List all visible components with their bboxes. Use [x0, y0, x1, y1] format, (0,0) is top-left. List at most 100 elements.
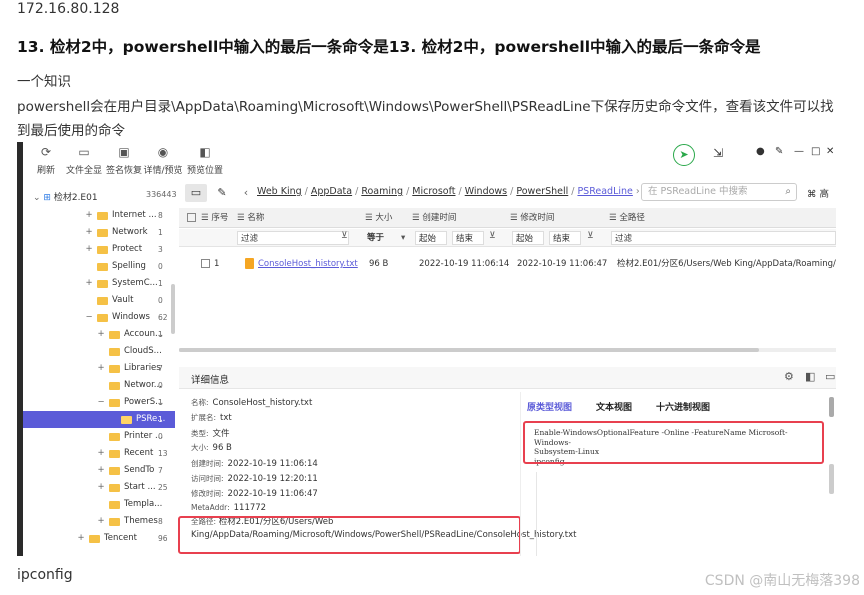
back-icon[interactable]: ‹	[235, 184, 257, 202]
navigate-icon[interactable]: ➤	[673, 144, 695, 166]
header-fullpath[interactable]: ☰ 全路径	[609, 208, 645, 228]
maximize-icon[interactable]: □	[811, 146, 820, 168]
folder-view-icon[interactable]: ▭	[185, 184, 207, 202]
file-name-link[interactable]: ConsoleHost_history.txt	[258, 259, 358, 269]
tree-item-label: Network	[112, 227, 148, 237]
table-horizontal-scrollbar[interactable]	[179, 348, 759, 352]
expand-icon[interactable]: +	[97, 462, 105, 479]
expand-icon[interactable]: +	[77, 530, 85, 547]
preview-scrollbar-lower[interactable]	[829, 464, 834, 494]
expand-icon[interactable]: +	[85, 275, 93, 292]
tree-item[interactable]: Templa...	[23, 496, 175, 513]
tree-item[interactable]: + Accoun... 1	[23, 326, 175, 343]
export-icon[interactable]: ⇲	[713, 146, 723, 168]
header-size[interactable]: ☰ 大小	[365, 208, 392, 228]
expand-icon[interactable]: +	[85, 224, 93, 241]
tree-item[interactable]: + SendTo 7	[23, 462, 175, 479]
collapse-icon[interactable]: −	[97, 394, 105, 411]
sign-restore-button[interactable]: ▣ 签名恢复	[105, 142, 143, 178]
tab-text-view[interactable]: 文本视图	[596, 400, 632, 413]
row-checkbox[interactable]	[201, 259, 210, 268]
folder-icon: ▭	[78, 145, 90, 159]
tree-item[interactable]: + Internet ... 8	[23, 207, 175, 224]
tree-item[interactable]: Vault 0	[23, 292, 175, 309]
pin-icon[interactable]: ✎	[775, 146, 783, 168]
edit-icon[interactable]: ✎	[211, 184, 233, 202]
tree-item[interactable]: + Recent 13	[23, 445, 175, 462]
created-end-input[interactable]: 结束	[452, 231, 484, 245]
tree-item[interactable]: + SystemC... 1	[23, 275, 175, 292]
preview-position-button[interactable]: ◧ 预览位置	[184, 142, 226, 178]
header-modified[interactable]: ☰ 修改时间	[510, 208, 554, 228]
crumb-web-king[interactable]: Web King	[257, 186, 302, 197]
collapse-icon[interactable]: −	[85, 309, 93, 326]
tab-hex-view[interactable]: 十六进制视图	[656, 400, 710, 413]
expand-icon[interactable]: +	[97, 360, 105, 377]
size-filter-operator[interactable]: 等于	[367, 231, 384, 245]
tree-item-count: 0	[158, 296, 163, 305]
file-icon	[245, 258, 254, 269]
expand-icon[interactable]: +	[85, 207, 93, 224]
tree-item[interactable]: Printer ... 0	[23, 428, 175, 445]
tree-item[interactable]: + Libraries 7	[23, 360, 175, 377]
minimize-icon[interactable]: —	[794, 146, 804, 168]
header-select-all[interactable]	[187, 208, 200, 228]
settings-icon[interactable]: ⚙	[784, 370, 794, 383]
preview-scrollbar[interactable]	[829, 397, 834, 417]
expand-icon[interactable]: +	[97, 513, 105, 530]
tree-item[interactable]: + Network 1	[23, 224, 175, 241]
created-start-input[interactable]: 起始	[415, 231, 447, 245]
path-filter-input[interactable]: 过滤	[611, 231, 836, 245]
tree-item[interactable]: Spelling 0	[23, 258, 175, 275]
modified-end-input[interactable]: 结束	[549, 231, 581, 245]
question-heading: 13. 检材2中，powershell中输入的最后一条命令是13. 检材2中，p…	[17, 38, 761, 56]
expand-icon[interactable]: +	[97, 479, 105, 496]
user-icon[interactable]: ●	[756, 146, 765, 168]
chevron-down-icon: ⌄	[33, 193, 41, 203]
tree-item[interactable]: PSRe... 1	[23, 411, 175, 428]
tree-item[interactable]: + Tencent 96	[23, 530, 175, 547]
advanced-button[interactable]: ⌘ 高	[807, 186, 829, 200]
crumb-powershell[interactable]: PowerShell	[516, 186, 568, 197]
all-files-label: 文件全显	[65, 166, 102, 176]
filter-icon[interactable]: ⊻	[587, 231, 594, 241]
crumb-roaming[interactable]: Roaming	[361, 186, 403, 197]
header-index[interactable]: ☰ 序号	[201, 208, 228, 228]
filter-icon[interactable]: ⊻	[341, 231, 348, 241]
content-highlight-box	[523, 421, 824, 464]
tree-item[interactable]: Networ... 0	[23, 377, 175, 394]
tree-item[interactable]: + Start ... 25	[23, 479, 175, 496]
tree-item[interactable]: − Windows 62	[23, 309, 175, 326]
crumb-microsoft[interactable]: Microsoft	[412, 186, 455, 197]
panel-icon[interactable]: ▭	[825, 370, 835, 383]
signature-icon: ▣	[118, 145, 130, 159]
tree-item[interactable]: − PowerS... 1	[23, 394, 175, 411]
dropdown-icon[interactable]: ▾	[401, 231, 405, 245]
filter-icon[interactable]: ⊻	[489, 231, 496, 241]
tree-item-label: Recent	[124, 448, 154, 458]
header-name[interactable]: ☰ 名称	[237, 208, 264, 228]
name-filter-input[interactable]: 过滤	[237, 231, 349, 245]
tree-root[interactable]: ⌄ ⊞ 检材2.E01 336443	[33, 190, 177, 203]
table-row[interactable]: 1 ConsoleHost_history.txt 96 B 2022-10-1…	[179, 254, 836, 274]
tree-item-label: Internet ...	[112, 210, 157, 220]
tree-item[interactable]: + Themes 8	[23, 513, 175, 530]
expand-icon[interactable]: +	[97, 445, 105, 462]
tree-item[interactable]: CloudS...	[23, 343, 175, 360]
crumb-psreadline[interactable]: PSReadLine	[577, 186, 632, 197]
tree-item[interactable]: + Protect 3	[23, 241, 175, 258]
close-icon[interactable]: ✕	[826, 146, 834, 168]
crumb-appdata[interactable]: AppData	[311, 186, 352, 197]
header-created[interactable]: ☰ 创建时间	[412, 208, 456, 228]
search-input[interactable]: 在 PSReadLine 中搜索 ⌕	[641, 183, 797, 201]
all-files-button[interactable]: ▭ 文件全显	[65, 142, 103, 178]
refresh-button[interactable]: ⟳ 刷新	[31, 142, 61, 178]
modified-start-input[interactable]: 起始	[512, 231, 544, 245]
crumb-windows[interactable]: Windows	[465, 186, 507, 197]
sidebar-scrollbar[interactable]	[171, 284, 175, 334]
tab-raw-view[interactable]: 原类型视图	[527, 400, 572, 413]
split-panel-icon[interactable]: ◧	[805, 370, 815, 383]
detail-preview-button[interactable]: ◉ 详情/预览	[143, 142, 183, 178]
expand-icon[interactable]: +	[97, 326, 105, 343]
expand-icon[interactable]: +	[85, 241, 93, 258]
